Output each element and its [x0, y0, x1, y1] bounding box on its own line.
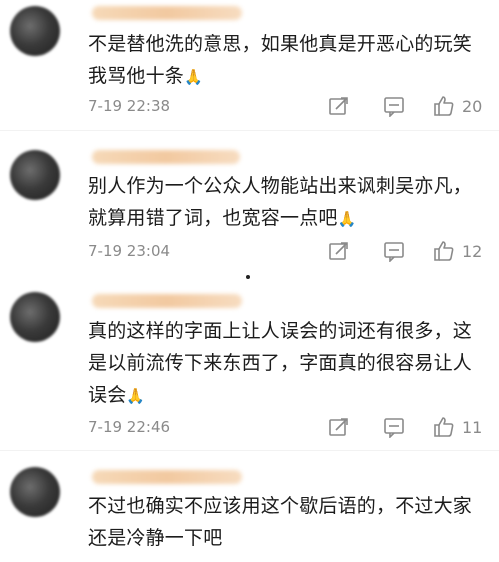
- divider: [0, 130, 499, 131]
- share-icon[interactable]: [328, 416, 350, 438]
- avatar[interactable]: [10, 150, 60, 200]
- username-blurred[interactable]: [92, 150, 240, 164]
- comment-meta: 7-19 23:04 12: [88, 240, 488, 264]
- pray-emoji: 🙏: [126, 387, 146, 405]
- username-blurred[interactable]: [92, 6, 242, 20]
- comment-meta: 7-19 22:46 11: [88, 416, 488, 440]
- separator-dot: [246, 275, 250, 279]
- comment-text: 别人作为一个公众人物能站出来讽刺吴亦凡，就算用错了词，也宽容一点吧🙏: [88, 175, 473, 229]
- pray-emoji: 🙏: [184, 68, 203, 86]
- username-blurred[interactable]: [92, 294, 242, 308]
- comment-text: 不是替他洗的意思，如果他真是开恶心的玩笑我骂他十条🙏: [88, 33, 473, 87]
- like-count: 12: [462, 242, 483, 261]
- like-count: 20: [462, 97, 483, 116]
- comment-icon[interactable]: [383, 416, 405, 438]
- comment-text: 真的这样的字面上让人误会的词还有很多，这是以前流传下来东西了，字面真的很容易让人…: [88, 320, 473, 406]
- avatar[interactable]: [10, 6, 60, 56]
- thumbs-up-icon[interactable]: [433, 416, 455, 438]
- share-icon[interactable]: [328, 95, 350, 117]
- timestamp: 7-19 22:46: [88, 418, 171, 436]
- username-blurred[interactable]: [92, 470, 242, 484]
- share-icon[interactable]: [328, 240, 350, 262]
- divider: [0, 450, 499, 451]
- like-count: 11: [462, 418, 483, 437]
- timestamp: 7-19 23:04: [88, 242, 171, 260]
- comment-icon[interactable]: [383, 95, 405, 117]
- thumbs-up-icon[interactable]: [433, 95, 455, 117]
- comment-text: 不过也确实不应该用这个歇后语的，不过大家还是冷静一下吧: [88, 495, 473, 549]
- pray-emoji: 🙏: [337, 210, 357, 228]
- thumbs-up-icon[interactable]: [433, 240, 455, 262]
- timestamp: 7-19 22:38: [88, 97, 171, 115]
- avatar[interactable]: [10, 467, 60, 517]
- comment-icon[interactable]: [383, 240, 405, 262]
- avatar[interactable]: [10, 292, 60, 342]
- comment-meta: 7-19 22:38 20: [88, 95, 488, 119]
